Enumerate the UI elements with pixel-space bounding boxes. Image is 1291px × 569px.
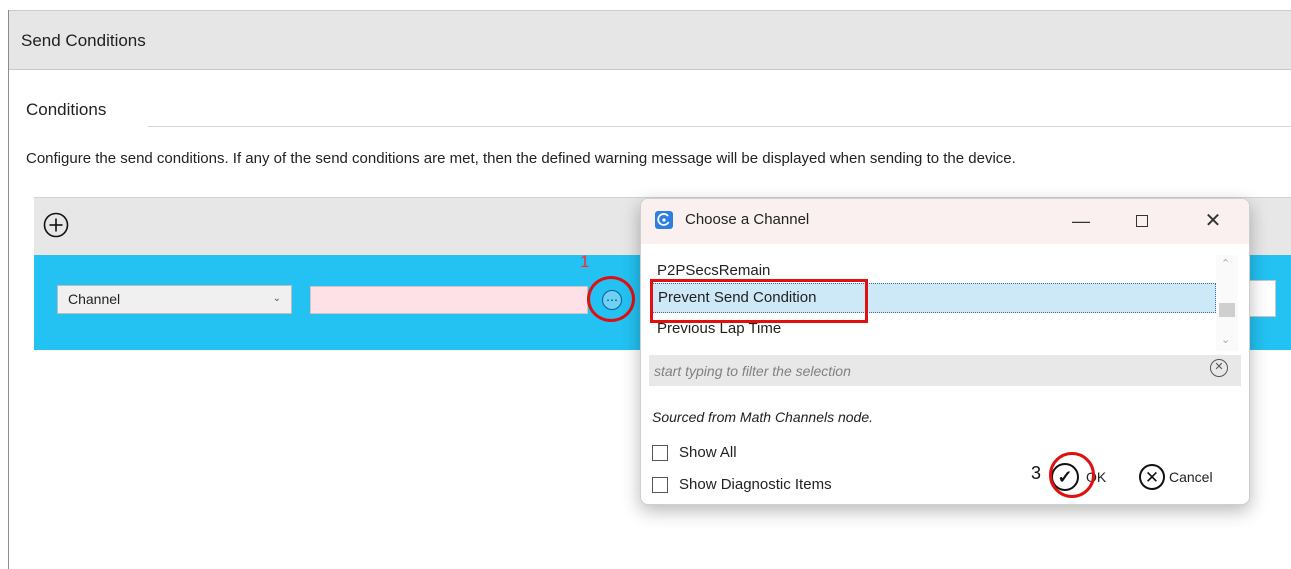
window-titlebar: Send Conditions: [9, 11, 1291, 70]
checkbox-box[interactable]: [652, 444, 668, 461]
maximize-icon: [1136, 215, 1148, 227]
scroll-down-icon[interactable]: ⌄: [1221, 333, 1230, 346]
section-description: Configure the send conditions. If any of…: [26, 150, 1016, 167]
annotation-highlight-circle: [587, 276, 635, 322]
annotation-highlight-circle: [1049, 452, 1095, 498]
scroll-up-icon[interactable]: ⌃: [1221, 257, 1230, 270]
list-scrollbar[interactable]: ⌃ ⌄: [1216, 255, 1238, 351]
minimize-button[interactable]: —: [1061, 205, 1101, 237]
close-button[interactable]: ✕: [1193, 205, 1233, 237]
minimize-icon: —: [1072, 211, 1090, 231]
checkbox-box[interactable]: [652, 476, 668, 493]
show-all-checkbox[interactable]: Show All: [652, 444, 737, 461]
annotation-highlight-box: [650, 279, 868, 323]
filter-input[interactable]: [652, 359, 1196, 383]
scroll-thumb[interactable]: [1219, 303, 1235, 317]
annotation-marker-1: 1: [580, 252, 590, 271]
checkbox-label: Show All: [679, 444, 737, 461]
add-condition-icon[interactable]: [43, 212, 69, 238]
source-note: Sourced from Math Channels node.: [652, 409, 874, 425]
dialog-title: Choose a Channel: [685, 211, 810, 228]
section-heading: Conditions: [26, 100, 107, 119]
clear-filter-icon[interactable]: ✕: [1210, 359, 1228, 377]
chevron-down-icon: ⌄: [272, 293, 281, 304]
close-icon: ✕: [1204, 210, 1222, 232]
show-diagnostic-items-checkbox[interactable]: Show Diagnostic Items: [652, 476, 832, 493]
channel-value-field[interactable]: [310, 286, 588, 314]
annotation-marker-3: 3: [1031, 463, 1042, 483]
checkbox-label: Show Diagnostic Items: [679, 476, 832, 493]
list-item[interactable]: P2PSecsRemain: [650, 255, 1216, 279]
section-divider: [148, 126, 1291, 127]
condition-type-select[interactable]: Channel ⌄: [57, 285, 292, 314]
window-title: Send Conditions: [21, 31, 146, 50]
filter-box: ✕: [649, 355, 1241, 386]
cancel-x-icon: ✕: [1139, 464, 1165, 490]
dialog-titlebar: Choose a Channel — ✕: [641, 199, 1249, 244]
maximize-button[interactable]: [1122, 205, 1162, 237]
cancel-label: Cancel: [1169, 469, 1213, 485]
choose-channel-dialog: Choose a Channel — ✕ P2PSecsRemain Preve…: [640, 198, 1250, 505]
condition-type-value: Channel: [68, 291, 121, 307]
app-logo-icon: [655, 211, 673, 229]
cancel-button[interactable]: ✕ Cancel: [1139, 457, 1249, 497]
window-left-border: [8, 10, 9, 569]
